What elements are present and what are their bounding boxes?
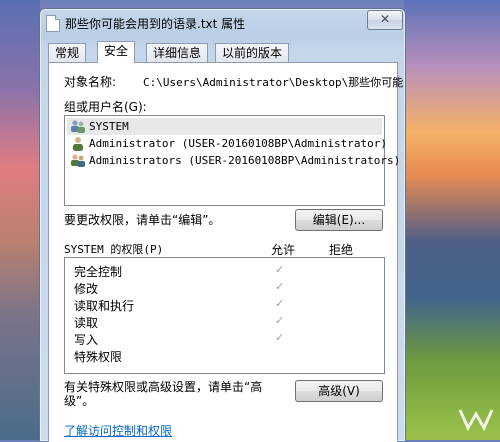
- title-bar[interactable]: 那些你可能会用到的语录.txt 属性 ✕: [40, 9, 405, 37]
- user-name: Administrator (USER-20160108BP\Administr…: [89, 137, 388, 150]
- permission-row: 修改 ✓: [65, 280, 384, 296]
- permission-list[interactable]: 完全控制 ✓ 修改 ✓ 读取和执行 ✓ 读取 ✓ 写入 ✓ 特殊权限: [64, 257, 385, 374]
- allow-check-icon: ✓: [275, 280, 285, 293]
- user-name: Administrators (USER-20160108BP\Administ…: [89, 154, 401, 167]
- permission-name: 完全控制: [74, 265, 123, 279]
- permission-row: 读取和执行 ✓: [65, 297, 384, 313]
- list-item-system[interactable]: SYSTEM: [67, 118, 382, 135]
- allow-header: 允许: [271, 243, 296, 257]
- access-control-help-link[interactable]: 了解访问控制和权限: [64, 422, 172, 439]
- edit-button[interactable]: 编辑(E)...: [295, 209, 383, 231]
- allow-check-icon: ✓: [275, 263, 285, 276]
- object-name-label: 对象名称:: [64, 75, 117, 89]
- permission-row: 完全控制 ✓: [65, 263, 384, 279]
- allow-check-icon: ✓: [275, 331, 285, 344]
- tab-security[interactable]: 安全: [97, 41, 136, 63]
- permission-row: 写入 ✓: [65, 331, 384, 347]
- advanced-button[interactable]: 高级(V): [295, 380, 383, 402]
- watermark-logo-icon: [458, 409, 494, 432]
- advanced-hint-line2: 级”。: [64, 394, 95, 408]
- permission-row: 特殊权限: [65, 348, 384, 364]
- permission-name: 修改: [74, 282, 99, 296]
- close-button[interactable]: ✕: [367, 10, 403, 30]
- security-panel: 对象名称: C:\Users\Administrator\Desktop\那些你…: [48, 62, 403, 442]
- allow-check-icon: ✓: [275, 297, 285, 310]
- deny-header: 拒绝: [329, 243, 354, 257]
- user-group-icon: [71, 154, 85, 167]
- user-icon: [73, 137, 83, 151]
- tab-previous-versions[interactable]: 以前的版本: [215, 43, 290, 62]
- allow-check-icon: ✓: [275, 314, 285, 327]
- user-name: SYSTEM: [89, 120, 129, 133]
- permission-name: 读取和执行: [74, 299, 135, 313]
- text-file-icon: [46, 15, 60, 32]
- desktop-wallpaper-right: [404, 0, 500, 440]
- window-title: 那些你可能会用到的语录.txt 属性: [65, 17, 246, 31]
- user-group-icon: [71, 120, 85, 133]
- list-item-administrator[interactable]: Administrator (USER-20160108BP\Administr…: [67, 135, 387, 152]
- permission-name: 读取: [74, 316, 99, 330]
- user-list[interactable]: SYSTEM Administrator (USER-20160108BP\Ad…: [64, 115, 400, 206]
- permission-row: 读取 ✓: [65, 314, 384, 330]
- desktop-wallpaper-left: [0, 0, 40, 440]
- group-or-user-label: 组或用户名(G):: [64, 100, 147, 114]
- object-name-value: C:\Users\Administrator\Desktop\那些你可能: [143, 76, 404, 89]
- permission-name: 写入: [74, 333, 99, 347]
- tab-general[interactable]: 常规: [48, 43, 87, 62]
- properties-dialog: 那些你可能会用到的语录.txt 属性 ✕ 常规 安全 详细信息 以前的版本 对象…: [39, 8, 406, 442]
- tab-details[interactable]: 详细信息: [146, 43, 209, 62]
- permission-name: 特殊权限: [74, 350, 123, 364]
- permissions-for-label: SYSTEM 的权限(P): [64, 243, 164, 256]
- list-item-administrators[interactable]: Administrators (USER-20160108BP\Administ…: [67, 152, 400, 169]
- tab-strip: 常规 安全 详细信息 以前的版本: [48, 41, 398, 63]
- edit-hint: 要更改权限，请单击“编辑”。: [64, 213, 221, 227]
